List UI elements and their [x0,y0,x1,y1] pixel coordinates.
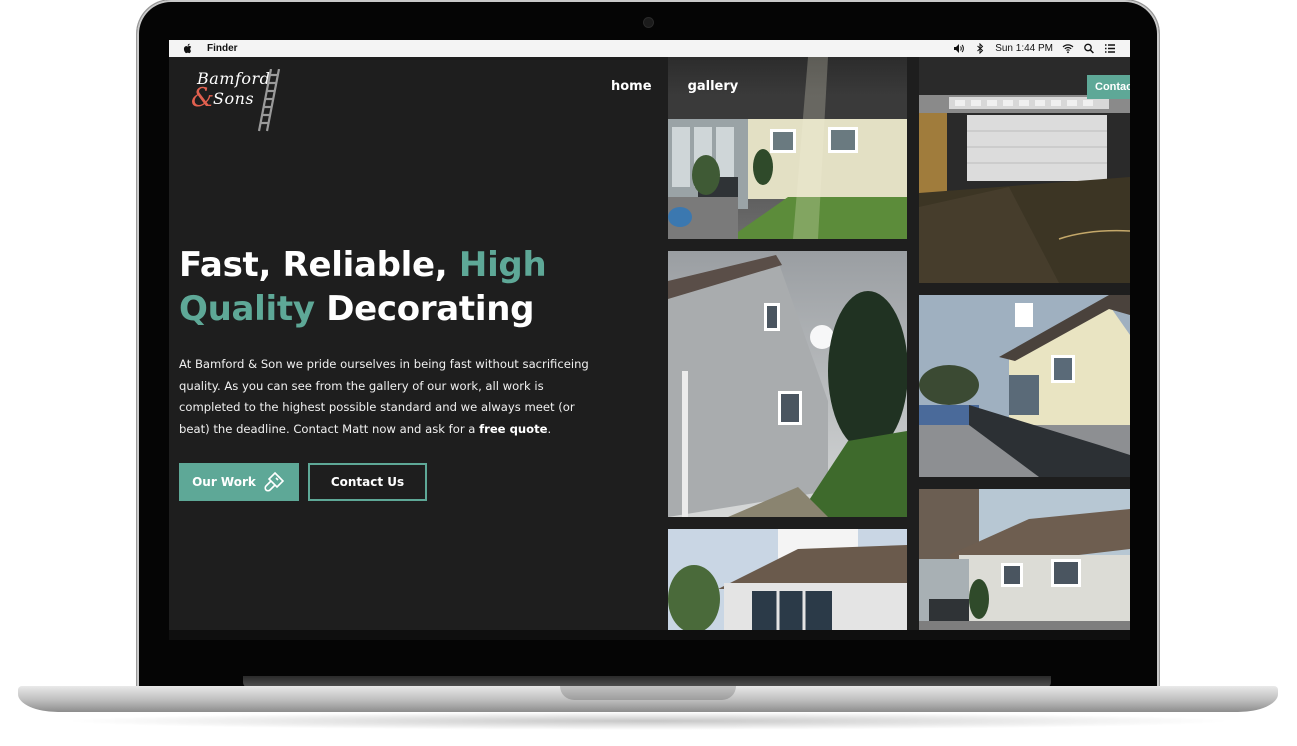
main-nav: home gallery [611,79,738,94]
menubar-status: Sun 1:44 PM [953,43,1116,54]
our-work-label: Our Work [192,475,256,489]
nav-link-home[interactable]: home [611,79,652,94]
menubar-clock[interactable]: Sun 1:44 PM [995,43,1053,54]
screen: Finder Sun 1:44 PM Bamford & Sons home g… [169,40,1130,640]
our-work-button[interactable]: Our Work [179,463,299,501]
site-logo[interactable]: Bamford & Sons [191,69,281,132]
webcam [644,18,653,27]
logo-text-sons: Sons [213,89,255,108]
hero-description-end: . [547,421,552,436]
hero-title-accent-high: High [458,245,547,285]
macos-menubar: Finder Sun 1:44 PM [169,40,1130,58]
contact-us-button[interactable]: Contact Us [308,463,427,501]
hero-title-part2: Decorating [314,289,535,329]
bluetooth-icon[interactable] [974,43,986,54]
volume-icon[interactable] [953,43,965,54]
nav-contact-button[interactable]: Contact [1087,75,1130,99]
screen-bezel [169,640,1130,670]
apple-icon[interactable] [183,43,193,54]
laptop-shadow [60,712,1236,730]
hero-title: Fast, Reliable, High Quality Decorating [179,243,639,331]
laptop-notch [560,686,736,700]
hero-title-accent-quality: Quality [179,289,315,329]
wifi-icon[interactable] [1062,43,1074,54]
website: Bamford & Sons home gallery Contac Fast,… [169,57,1130,630]
logo-ampersand: & [191,83,215,113]
hero-description: At Bamford & Son we pride ourselves in b… [179,354,599,440]
gallery-photo-patio[interactable] [919,295,1130,477]
gallery-photo-house-side[interactable] [668,251,907,517]
search-icon[interactable] [1083,43,1095,54]
hero-title-part1: Fast, Reliable, [179,245,459,285]
site-bottom-strip [169,630,1130,640]
list-icon[interactable] [1104,43,1116,54]
nav-link-gallery[interactable]: gallery [688,79,739,94]
hero-free-quote: free quote [479,421,548,436]
gallery-photo-extension[interactable] [668,529,907,630]
gallery-photo-bungalow[interactable] [919,489,1130,630]
menubar-app-name[interactable]: Finder [207,43,238,54]
paintbrush-icon [264,471,285,492]
